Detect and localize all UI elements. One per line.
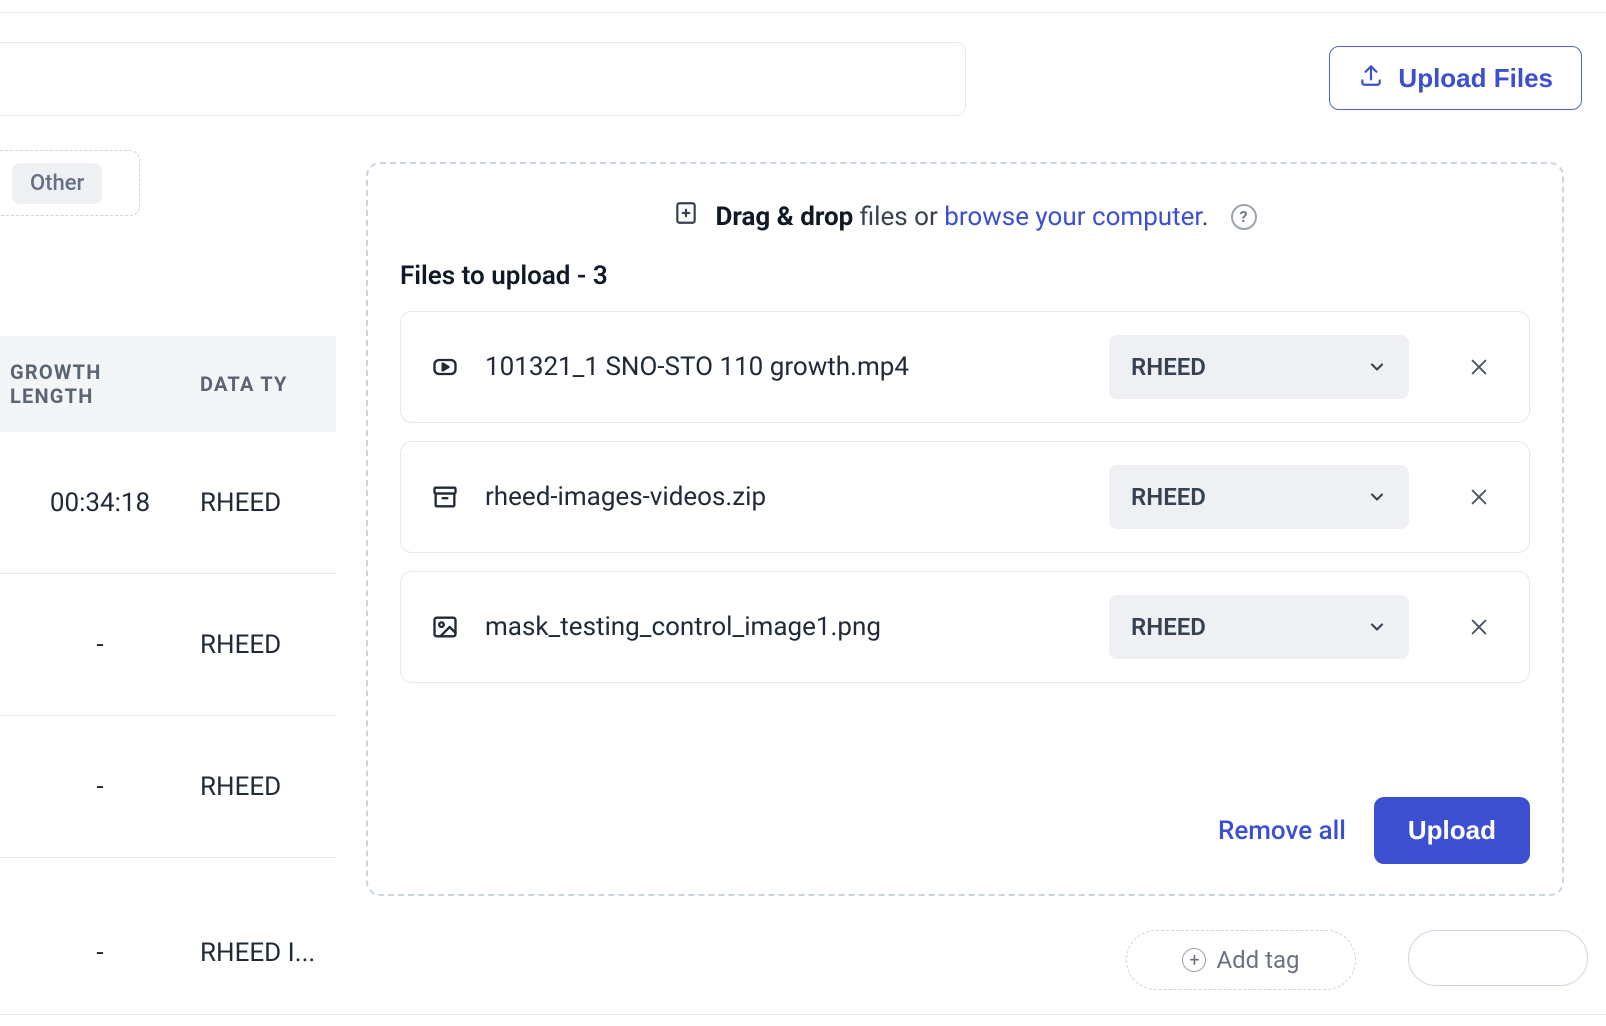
file-name: rheed-images-videos.zip	[485, 482, 1085, 512]
dropzone[interactable]: Drag & drop files or browse your compute…	[366, 162, 1564, 896]
upload-files-button[interactable]: Upload Files	[1329, 46, 1582, 110]
archive-icon	[429, 483, 461, 511]
col-header-data-type[interactable]: DATA TY	[200, 372, 340, 396]
col-header-growth-length[interactable]: GROWTH LENGTH	[0, 360, 200, 408]
file-row: mask_testing_control_image1.png RHEED	[400, 571, 1530, 683]
dropzone-header: Drag & drop files or browse your compute…	[400, 200, 1530, 233]
add-file-icon	[673, 200, 699, 233]
drag-drop-rest: files or	[853, 202, 944, 232]
add-tag-button[interactable]: + Add tag	[1126, 930, 1356, 990]
filter-tag-container: Other	[0, 150, 140, 216]
table-row[interactable]: - RHEED I...	[0, 923, 440, 983]
bottom-divider	[0, 1014, 1606, 1015]
file-name: 101321_1 SNO-STO 110 growth.mp4	[485, 352, 1085, 382]
image-icon	[429, 613, 461, 641]
file-category-select[interactable]: RHEED	[1109, 465, 1409, 529]
cell-data-type: RHEED	[200, 630, 340, 660]
file-category-select[interactable]: RHEED	[1109, 595, 1409, 659]
table-row[interactable]: - RHEED	[0, 574, 340, 716]
filter-tag-other[interactable]: Other	[12, 163, 102, 204]
remove-file-button[interactable]	[1457, 475, 1501, 519]
file-category-value: RHEED	[1131, 613, 1206, 641]
file-row: rheed-images-videos.zip RHEED	[400, 441, 1530, 553]
data-table: GROWTH LENGTH DATA TY 00:34:18 RHEED - R…	[0, 336, 340, 858]
upload-button[interactable]: Upload	[1374, 797, 1530, 864]
browse-link[interactable]: browse your computer	[944, 202, 1201, 232]
upload-files-label: Upload Files	[1398, 63, 1553, 94]
dropzone-instruction: Drag & drop files or browse your compute…	[715, 202, 1208, 232]
cell-growth-length: -	[0, 630, 200, 660]
table-row[interactable]: 00:34:18 RHEED	[0, 432, 340, 574]
files-to-upload-label: Files to upload - 3	[400, 261, 1530, 291]
file-name: mask_testing_control_image1.png	[485, 612, 1085, 642]
cell-data-type: RHEED I...	[200, 938, 440, 968]
chevron-down-icon	[1367, 617, 1387, 637]
search-input[interactable]	[0, 42, 966, 116]
cell-data-type: RHEED	[200, 772, 340, 802]
remove-file-button[interactable]	[1457, 605, 1501, 649]
cell-growth-length: -	[0, 938, 200, 968]
remove-file-button[interactable]	[1457, 345, 1501, 389]
period: .	[1202, 202, 1209, 232]
modal-footer: Remove all Upload	[1218, 797, 1530, 864]
upload-icon	[1358, 62, 1384, 95]
file-category-value: RHEED	[1131, 353, 1206, 381]
remove-all-link[interactable]: Remove all	[1218, 816, 1346, 846]
upload-modal: Drag & drop files or browse your compute…	[336, 132, 1594, 926]
chevron-down-icon	[1367, 357, 1387, 377]
file-category-select[interactable]: RHEED	[1109, 335, 1409, 399]
cell-data-type: RHEED	[200, 488, 340, 518]
add-tag-label: Add tag	[1216, 946, 1299, 974]
drag-drop-strong: Drag & drop	[715, 202, 853, 232]
cell-growth-length: 00:34:18	[0, 488, 200, 518]
status-badge	[1408, 930, 1588, 986]
cell-growth-length: -	[0, 772, 200, 802]
file-list: 101321_1 SNO-STO 110 growth.mp4 RHEED	[400, 311, 1530, 683]
file-category-value: RHEED	[1131, 483, 1206, 511]
video-icon	[429, 353, 461, 381]
top-divider	[0, 12, 1606, 13]
table-row[interactable]: - RHEED	[0, 716, 340, 858]
plus-icon: +	[1182, 948, 1206, 972]
file-row: 101321_1 SNO-STO 110 growth.mp4 RHEED	[400, 311, 1530, 423]
help-icon[interactable]: ?	[1231, 204, 1257, 230]
table-header-row: GROWTH LENGTH DATA TY	[0, 336, 340, 432]
chevron-down-icon	[1367, 487, 1387, 507]
